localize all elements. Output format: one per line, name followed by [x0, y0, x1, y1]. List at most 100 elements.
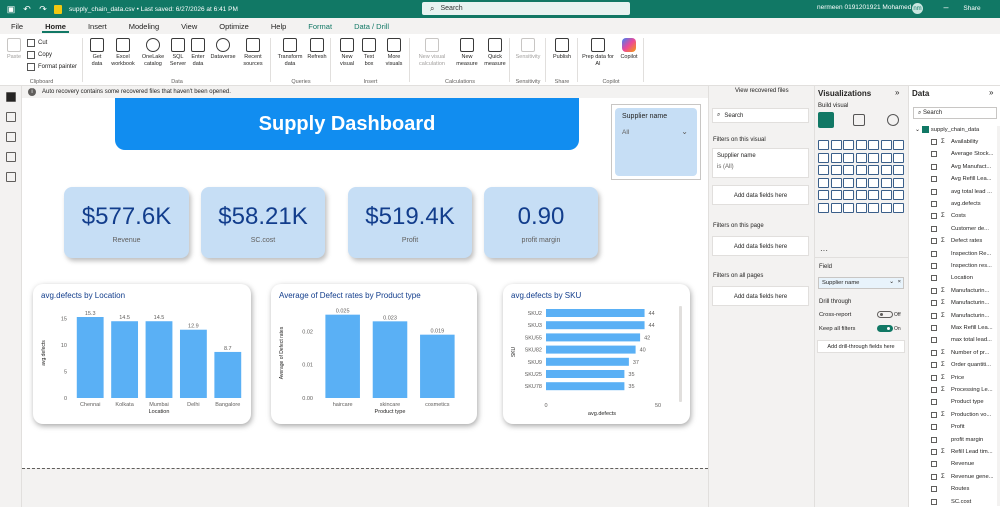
- field-item[interactable]: Σ Costs: [931, 213, 966, 220]
- supplier-slicer[interactable]: Supplier name All ⌄: [611, 104, 701, 180]
- visual-type-icon[interactable]: [855, 202, 867, 213]
- tab-optimize[interactable]: Optimize: [208, 18, 260, 34]
- visual-type-icon[interactable]: [830, 190, 842, 200]
- tab-format[interactable]: Format: [297, 18, 343, 34]
- field-checkbox[interactable]: [931, 225, 937, 232]
- field-item[interactable]: Σ Number of pr...: [931, 349, 989, 356]
- field-item[interactable]: Σ Refill Lead tim...: [931, 449, 993, 455]
- refresh-button[interactable]: Refresh: [306, 38, 328, 61]
- visual-type-icon[interactable]: [855, 140, 867, 150]
- field-checkbox[interactable]: [931, 387, 937, 393]
- tab-modeling[interactable]: Modeling: [118, 18, 170, 34]
- cross-report-toggle[interactable]: Off: [877, 311, 901, 318]
- redo-icon[interactable]: ↷: [38, 4, 48, 14]
- field-item[interactable]: Σ Availability: [931, 139, 978, 145]
- field-item[interactable]: Σ Manufacturin...: [931, 287, 989, 294]
- add-visual-filter-well[interactable]: Add data fields here: [712, 185, 809, 205]
- kpi-card-sc-cost[interactable]: $58.21K SC.cost: [201, 187, 325, 258]
- field-checkbox[interactable]: [931, 461, 937, 468]
- field-checkbox[interactable]: [931, 486, 937, 493]
- field-item[interactable]: avg.defects: [931, 201, 981, 207]
- visual-type-icon[interactable]: [855, 177, 867, 188]
- field-item[interactable]: Average Stock...: [931, 151, 993, 158]
- field-checkbox[interactable]: [931, 201, 937, 207]
- visual-type-icon[interactable]: [855, 165, 867, 175]
- visual-filter-card[interactable]: Supplier name is (All): [712, 148, 809, 178]
- field-checkbox[interactable]: [931, 275, 937, 282]
- visual-type-icon[interactable]: [818, 152, 829, 163]
- tab-insert[interactable]: Insert: [77, 18, 118, 34]
- avatar[interactable]: nm: [912, 3, 923, 14]
- visual-type-icon[interactable]: [880, 165, 892, 175]
- visual-type-icon[interactable]: [868, 152, 879, 163]
- visual-type-icon[interactable]: [880, 177, 892, 188]
- view-recovered-files-link[interactable]: View recovered files: [735, 88, 789, 94]
- field-checkbox[interactable]: [931, 139, 937, 145]
- visual-type-icon[interactable]: [893, 165, 904, 175]
- recent-sources-button[interactable]: Recent sources: [239, 38, 267, 67]
- onelake-button[interactable]: OneLake catalog: [139, 38, 167, 67]
- sensitivity-button[interactable]: Sensitivity: [512, 38, 544, 61]
- field-item[interactable]: Profit: [931, 424, 965, 431]
- field-checkbox[interactable]: [931, 151, 937, 158]
- field-well-value[interactable]: Supplier name ⌄ ×: [818, 277, 904, 289]
- visual-type-icon[interactable]: [893, 177, 904, 188]
- file-name[interactable]: supply_chain_data.csv • Last saved: 6/27…: [69, 6, 238, 13]
- chevron-down-icon[interactable]: ⌄: [681, 127, 688, 136]
- field-checkbox[interactable]: [931, 188, 937, 195]
- report-view-icon[interactable]: [6, 92, 16, 102]
- prep-data-for-ai-button[interactable]: Prep data for AI: [580, 38, 616, 67]
- field-checkbox[interactable]: [931, 399, 937, 406]
- visual-type-icon[interactable]: [830, 202, 842, 213]
- visual-type-icon[interactable]: [880, 202, 892, 213]
- tmdl-view-icon[interactable]: [6, 172, 16, 182]
- field-item[interactable]: SC.cost: [931, 498, 971, 505]
- chart-defects-by-sku[interactable]: avg.defects by SKU SKU2 44 SKU3 44 SKU55 42 SK…: [503, 284, 690, 424]
- slicer-value[interactable]: All: [622, 129, 629, 136]
- field-item[interactable]: Σ Production vo...: [931, 411, 991, 418]
- visual-type-icon[interactable]: [818, 190, 829, 200]
- data-search-input[interactable]: ⌕ Search: [913, 107, 997, 119]
- visual-type-icon[interactable]: [830, 177, 842, 188]
- field-checkbox[interactable]: [931, 362, 937, 369]
- transform-data-button[interactable]: Transform data: [275, 38, 305, 67]
- visual-type-icon[interactable]: [818, 177, 829, 188]
- copy-button[interactable]: Copy: [27, 51, 52, 59]
- field-checkbox[interactable]: [931, 213, 937, 220]
- visual-type-icon[interactable]: [868, 165, 879, 175]
- add-all-pages-filter-well[interactable]: Add data fields here: [712, 286, 809, 306]
- field-item[interactable]: Max Refill Lea...: [931, 325, 993, 331]
- tab-file[interactable]: File: [0, 18, 34, 34]
- minimize-icon[interactable]: –: [940, 2, 952, 12]
- excel-button[interactable]: Excel workbook: [108, 38, 138, 67]
- visual-type-icon[interactable]: [843, 152, 854, 163]
- field-item[interactable]: Σ Revenue gene...: [931, 473, 994, 480]
- field-item[interactable]: Σ Processing Le...: [931, 387, 993, 393]
- sql-server-button[interactable]: SQL Server: [168, 38, 188, 67]
- get-data-button[interactable]: Get data: [87, 38, 107, 67]
- chart-defect-rates-by-product-type[interactable]: Average of Defect rates by Product type …: [271, 284, 477, 424]
- tab-help[interactable]: Help: [260, 18, 297, 34]
- format-painter-button[interactable]: Format painter: [27, 63, 77, 71]
- remove-icon[interactable]: ×: [898, 279, 901, 285]
- visual-type-icon[interactable]: [868, 140, 879, 150]
- visual-type-icon[interactable]: [868, 190, 879, 200]
- visual-type-icon[interactable]: [880, 152, 892, 163]
- filter-search-input[interactable]: ⌕ Search: [712, 108, 809, 123]
- field-checkbox[interactable]: [931, 325, 937, 331]
- build-visual-tab-icon[interactable]: [818, 112, 834, 128]
- field-item[interactable]: Σ Manufacturin...: [931, 312, 989, 319]
- field-checkbox[interactable]: [931, 163, 937, 170]
- field-checkbox[interactable]: [931, 374, 937, 381]
- kpi-card-profit-margin[interactable]: 0.90 profit margin: [484, 187, 598, 258]
- field-checkbox[interactable]: [931, 411, 937, 418]
- field-item[interactable]: Σ Defect rates: [931, 238, 982, 245]
- collapse-icon[interactable]: »: [895, 88, 899, 97]
- visual-type-icon[interactable]: [893, 152, 904, 163]
- visual-type-icon[interactable]: [843, 202, 854, 213]
- field-item[interactable]: Avg Manufact...: [931, 163, 991, 170]
- visual-type-icon[interactable]: [868, 202, 879, 213]
- tab-data-drill[interactable]: Data / Drill: [343, 18, 400, 34]
- field-checkbox[interactable]: [931, 287, 937, 294]
- field-checkbox[interactable]: [931, 498, 937, 505]
